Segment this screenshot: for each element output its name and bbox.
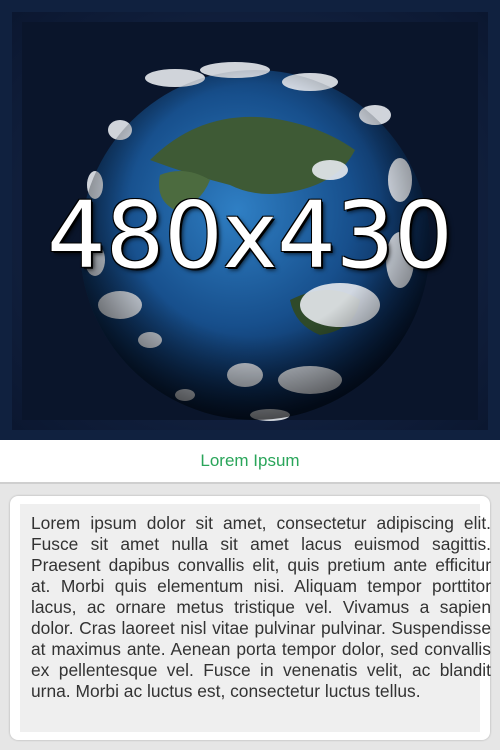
hero-image[interactable]: 480x430 [0, 0, 500, 440]
body-paragraph: Lorem ipsum dolor sit amet, consectetur … [31, 513, 491, 701]
caption-title[interactable]: Lorem Ipsum [200, 451, 299, 471]
caption-bar: Lorem Ipsum [0, 440, 500, 484]
text-card-body: Lorem ipsum dolor sit amet, consectetur … [20, 504, 491, 732]
image-placeholder-label: 480x430 [47, 181, 453, 289]
text-card: Lorem ipsum dolor sit amet, consectetur … [10, 496, 491, 740]
